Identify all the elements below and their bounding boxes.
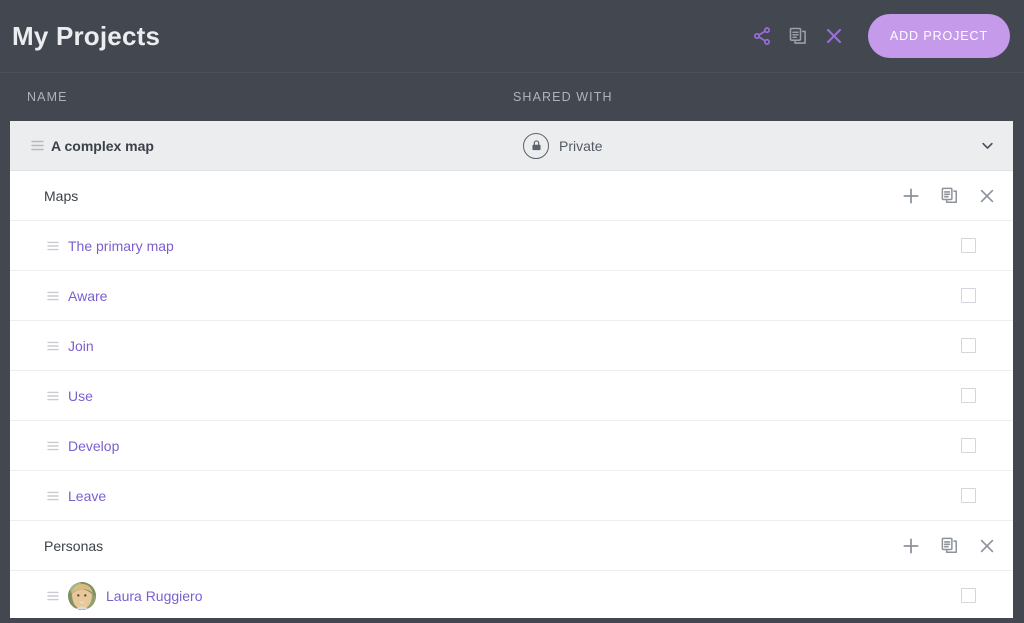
plus-icon[interactable] bbox=[897, 532, 925, 560]
drag-handle-icon[interactable] bbox=[29, 138, 45, 154]
row-checkbox[interactable] bbox=[961, 588, 976, 603]
add-project-button[interactable]: ADD PROJECT bbox=[867, 14, 1010, 58]
list-item-label: Aware bbox=[68, 287, 108, 304]
avatar bbox=[68, 581, 96, 610]
section-title: Maps bbox=[44, 187, 79, 204]
section-title: Personas bbox=[44, 537, 104, 554]
projects-panel: A complex map Private Maps The primary ma… bbox=[10, 121, 1013, 618]
top-header-bar: My Projects ADD PROJECT bbox=[0, 0, 1024, 72]
list-item[interactable]: Leave bbox=[10, 471, 1013, 521]
row-checkbox[interactable] bbox=[961, 238, 976, 253]
drag-handle-icon[interactable] bbox=[46, 289, 60, 303]
column-header-name: NAME bbox=[27, 89, 68, 104]
list-item-label: Use bbox=[68, 387, 93, 404]
drag-handle-icon[interactable] bbox=[46, 239, 60, 253]
column-headers: NAME SHARED WITH bbox=[0, 73, 1024, 120]
row-checkbox[interactable] bbox=[961, 388, 976, 403]
section-actions bbox=[897, 532, 1001, 560]
drag-handle-icon[interactable] bbox=[46, 339, 60, 353]
list-item[interactable]: Develop bbox=[10, 421, 1013, 471]
project-name: A complex map bbox=[51, 137, 154, 154]
row-checkbox[interactable] bbox=[961, 488, 976, 503]
drag-handle-icon[interactable] bbox=[46, 489, 60, 503]
drag-handle-icon[interactable] bbox=[46, 589, 60, 603]
close-icon[interactable] bbox=[973, 182, 1001, 210]
list-item-label: The primary map bbox=[68, 237, 174, 254]
share-icon[interactable] bbox=[744, 18, 780, 54]
section-actions bbox=[897, 182, 1001, 210]
section-header-row: Maps bbox=[10, 171, 1013, 221]
header-actions: ADD PROJECT bbox=[744, 14, 1010, 58]
list-item-label: Laura Ruggiero bbox=[106, 587, 203, 604]
list-item[interactable]: Use bbox=[10, 371, 1013, 421]
drag-handle-icon[interactable] bbox=[46, 439, 60, 453]
projects-app: My Projects ADD PROJECT NAME SHARED WITH… bbox=[0, 0, 1024, 623]
project-row[interactable]: A complex map Private bbox=[10, 121, 1013, 171]
duplicate-icon[interactable] bbox=[780, 18, 816, 54]
list-item[interactable]: Aware bbox=[10, 271, 1013, 321]
section-header-row: Personas bbox=[10, 521, 1013, 571]
row-checkbox[interactable] bbox=[961, 338, 976, 353]
list-item-label: Leave bbox=[68, 487, 107, 504]
plus-icon[interactable] bbox=[897, 182, 925, 210]
list-item-label: Develop bbox=[68, 437, 120, 454]
list-item[interactable]: Join bbox=[10, 321, 1013, 371]
duplicate-icon[interactable] bbox=[935, 532, 963, 560]
shared-with-cell: Private bbox=[523, 132, 603, 159]
shared-with-label: Private bbox=[559, 137, 603, 154]
list-item-label: Join bbox=[68, 337, 94, 354]
drag-handle-icon[interactable] bbox=[46, 389, 60, 403]
list-item[interactable]: The primary map bbox=[10, 221, 1013, 271]
page-title: My Projects bbox=[12, 20, 161, 51]
close-icon[interactable] bbox=[816, 18, 852, 54]
chevron-down-icon[interactable] bbox=[973, 132, 1001, 160]
row-checkbox[interactable] bbox=[961, 288, 976, 303]
duplicate-icon[interactable] bbox=[935, 182, 963, 210]
sections-container: Maps The primary map Aware Join Use Develop Le… bbox=[10, 171, 1013, 618]
column-header-shared-with: SHARED WITH bbox=[513, 89, 613, 104]
lock-icon bbox=[523, 132, 549, 159]
list-item[interactable]: Laura Ruggiero bbox=[10, 571, 1013, 618]
close-icon[interactable] bbox=[973, 532, 1001, 560]
row-checkbox[interactable] bbox=[961, 438, 976, 453]
